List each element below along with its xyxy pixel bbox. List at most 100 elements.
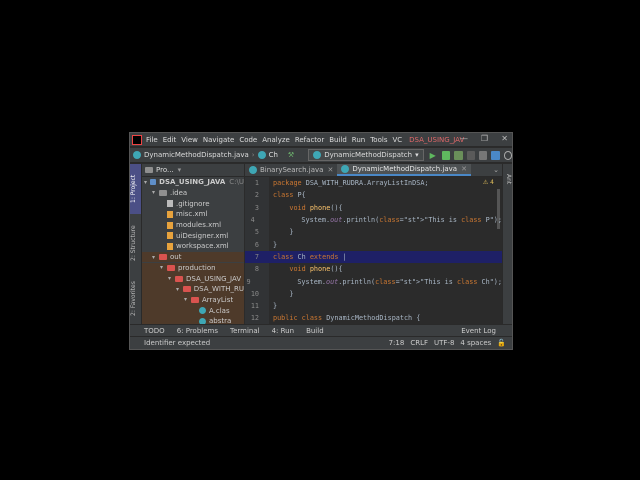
tree-item-label: DSA_USING_JAVA xyxy=(159,178,226,187)
expand-arrow-icon[interactable]: ▾ xyxy=(160,264,167,271)
code-line[interactable]: 5 } xyxy=(245,226,502,238)
tool-event-log[interactable]: Event Log xyxy=(461,327,496,335)
menu-tools[interactable]: Tools xyxy=(370,136,387,144)
code-line[interactable]: 6} xyxy=(245,239,502,251)
run-configuration-select[interactable]: DynamicMethodDispatch ▾ xyxy=(308,149,424,161)
code-line[interactable]: 1 package DSA_WITH_RUDRA.ArrayListInDSA; xyxy=(245,177,502,189)
menu-code[interactable]: Code xyxy=(239,136,257,144)
class-icon xyxy=(133,151,141,159)
project-structure-icon[interactable] xyxy=(478,150,488,160)
tree-item-label: production xyxy=(178,263,216,272)
minimize-icon[interactable]: — xyxy=(460,134,468,143)
code-line[interactable]: 8 void phone(){ xyxy=(245,263,502,275)
right-tool-stripe: Ant xyxy=(502,164,512,324)
close-tab-icon[interactable]: ✕ xyxy=(327,166,333,174)
class-icon xyxy=(313,151,322,159)
code-line[interactable]: 4 System.out.println(class="st">"This is… xyxy=(245,214,502,226)
expand-arrow-icon[interactable]: ▾ xyxy=(168,275,175,282)
sdk-icon[interactable] xyxy=(491,150,500,160)
tree-item[interactable]: abstra xyxy=(142,316,244,324)
tree-item[interactable]: ▾ .idea xyxy=(142,188,244,199)
menu-build[interactable]: Build xyxy=(329,136,347,144)
code-text: package DSA_WITH_RUDRA.ArrayListInDSA; xyxy=(273,179,429,188)
search-icon[interactable] xyxy=(503,150,512,160)
file-encoding[interactable]: UTF-8 xyxy=(434,339,454,347)
tab-structure[interactable]: 2: Structure xyxy=(130,218,141,268)
expand-arrow-icon[interactable]: ▾ xyxy=(152,189,159,196)
tree-item[interactable]: .gitignore xyxy=(142,198,244,209)
tree-item[interactable]: A.clas xyxy=(142,305,244,316)
coverage-icon[interactable] xyxy=(454,150,463,160)
line-number: 6 xyxy=(254,240,259,249)
code-text: } xyxy=(273,289,294,298)
code-line[interactable]: 10 } xyxy=(245,288,502,300)
debug-icon[interactable] xyxy=(441,150,451,160)
line-number: 8 xyxy=(254,265,259,274)
maximize-icon[interactable]: ❐ xyxy=(481,134,488,143)
line-number: 5 xyxy=(254,228,259,237)
left-tool-stripe: 1: Project 2: Structure 2: Favorites xyxy=(130,164,142,324)
menu-refactor[interactable]: Refactor xyxy=(295,136,324,144)
excluded-folder-icon xyxy=(159,254,167,261)
tool-build[interactable]: Build xyxy=(306,327,324,335)
chevron-down-icon: ▾ xyxy=(415,151,419,159)
tab-dynamicmethoddispatch[interactable]: DynamicMethodDispatch.java ✕ xyxy=(337,164,471,176)
close-icon[interactable]: ✕ xyxy=(501,134,508,143)
tree-item[interactable]: workspace.xml xyxy=(142,241,244,252)
tree-item[interactable]: modules.xml xyxy=(142,220,244,231)
lock-icon[interactable]: 🔓 xyxy=(497,339,506,347)
tree-item[interactable]: ▾ DSA_USING_JAV xyxy=(142,273,244,284)
breadcrumb-file[interactable]: DynamicMethodDispatch.java xyxy=(133,151,249,159)
tree-item[interactable]: uiDesigner.xml xyxy=(142,231,244,242)
menu-file[interactable]: File xyxy=(146,136,158,144)
code-line[interactable]: 2 class P{ xyxy=(245,189,502,201)
code-text: System.out.println(class="st">"This is c… xyxy=(268,216,502,225)
code-line[interactable]: 3 void phone(){ xyxy=(245,202,502,214)
folder-icon xyxy=(149,179,157,186)
project-panel-header[interactable]: Pro... ▾ xyxy=(142,164,244,177)
tool-terminal[interactable]: Terminal xyxy=(230,327,260,335)
indent-setting[interactable]: 4 spaces xyxy=(460,339,491,347)
tool-problems[interactable]: 6: Problems xyxy=(177,327,218,335)
tab-ant[interactable]: Ant xyxy=(503,168,512,190)
code-line[interactable]: 11} xyxy=(245,300,502,312)
xml-file-icon xyxy=(167,242,173,250)
line-number: 12 xyxy=(250,314,259,323)
menu-edit[interactable]: Edit xyxy=(163,136,177,144)
menu-analyze[interactable]: Analyze xyxy=(262,136,290,144)
expand-arrow-icon[interactable]: ▾ xyxy=(176,286,183,293)
stop-icon[interactable] xyxy=(466,150,475,160)
ide-window: File Edit View Navigate Code Analyze Ref… xyxy=(129,132,513,350)
expand-arrow-icon[interactable]: ▾ xyxy=(152,254,159,261)
chevron-down-icon[interactable]: ⌄ xyxy=(493,166,499,174)
menu-run[interactable]: Run xyxy=(352,136,365,144)
tree-item[interactable]: ▾ DSA_WITH_RU xyxy=(142,284,244,295)
tree-item-path: C:\U xyxy=(229,178,244,187)
tool-run[interactable]: 4: Run xyxy=(272,327,294,335)
line-separator[interactable]: CRLF xyxy=(410,339,428,347)
tree-item[interactable]: ▾ out xyxy=(142,251,244,263)
expand-arrow-icon[interactable]: ▾ xyxy=(144,179,150,186)
tool-todo[interactable]: TODO xyxy=(144,327,165,335)
tab-binarysearch[interactable]: BinarySearch.java ✕ xyxy=(245,164,337,176)
tree-item[interactable]: ▾ ArrayList xyxy=(142,294,244,306)
tree-item[interactable]: ▾ production xyxy=(142,262,244,274)
code-editor[interactable]: ⚠ 4 1 package DSA_WITH_RUDRA.ArrayListInD… xyxy=(245,177,502,324)
hammer-build-icon[interactable]: ⚒ xyxy=(288,151,294,159)
menu-view[interactable]: View xyxy=(181,136,198,144)
code-line[interactable]: 9 System.out.println(class="st">"This is… xyxy=(245,275,503,287)
code-line[interactable]: 7 class Ch extends | xyxy=(245,250,502,264)
menu-navigate[interactable]: Navigate xyxy=(203,136,234,144)
run-icon[interactable]: ▶ xyxy=(430,151,438,160)
expand-arrow-icon[interactable]: ▾ xyxy=(184,296,191,303)
tab-project[interactable]: 1: Project xyxy=(130,164,141,214)
cursor-position[interactable]: 7:18 xyxy=(389,339,405,347)
code-line[interactable]: 12 public class DynamicMethodDispatch { xyxy=(245,312,502,324)
tab-favorites[interactable]: 2: Favorites xyxy=(130,274,141,324)
tree-item[interactable]: ▾ DSA_USING_JAVA C:\U xyxy=(142,177,244,188)
tree-item[interactable]: misc.xml xyxy=(142,209,244,220)
breadcrumb-class[interactable]: Ch xyxy=(257,151,278,159)
close-tab-icon[interactable]: ✕ xyxy=(461,165,467,173)
code-text: void phone(){ xyxy=(289,265,343,274)
menu-vcs[interactable]: VC xyxy=(392,136,402,144)
